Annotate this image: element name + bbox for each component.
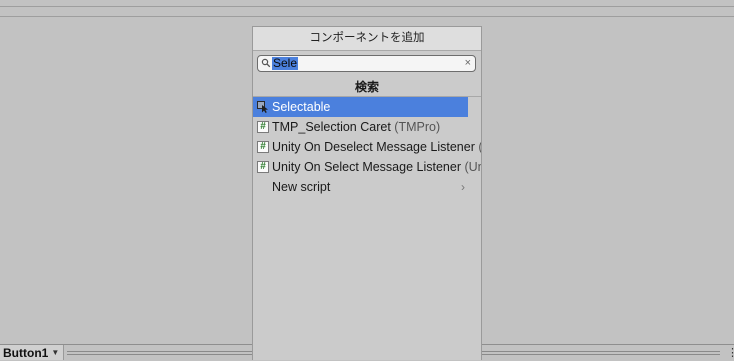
section-title: 検索 <box>253 78 481 97</box>
add-component-popup: コンポーネントを追加 Sele × 検索 Selectable # TMP_Se… <box>252 26 482 360</box>
list-item-namespace: (TMPro) <box>390 120 441 134</box>
more-options-icon[interactable]: ⋮ <box>727 347 734 359</box>
search-query: Sele <box>272 56 299 70</box>
list-item-label: New script <box>272 180 331 194</box>
clear-icon[interactable]: × <box>465 56 471 71</box>
top-divider <box>0 6 734 7</box>
search-input[interactable]: Sele × <box>257 55 476 72</box>
divider-line <box>67 351 253 352</box>
list-item-tmp-selection-caret[interactable]: # TMP_Selection Caret (TMPro) <box>253 117 481 137</box>
chevron-right-icon: › <box>461 180 465 194</box>
list-item-label: Unity On Select Message Listener <box>272 160 461 174</box>
list-item-unity-on-deselect[interactable]: # Unity On Deselect Message Listener (U <box>253 137 481 157</box>
list-item-namespace: (Un <box>464 160 481 174</box>
object-dropdown[interactable]: Button1 ▼ <box>0 345 64 360</box>
list-item-label: Unity On Deselect Message Listener <box>272 140 475 154</box>
selectable-icon <box>257 101 268 113</box>
list-item-new-script[interactable]: New script › <box>253 177 481 197</box>
list-item-selectable[interactable]: Selectable <box>253 97 468 117</box>
list-item-unity-on-select[interactable]: # Unity On Select Message Listener (Un <box>253 157 481 177</box>
list-item-label: Selectable <box>272 100 331 114</box>
divider-line <box>482 354 720 355</box>
list-item-namespace: (U <box>475 140 481 154</box>
chevron-down-icon: ▼ <box>51 348 60 357</box>
divider-line <box>67 354 253 355</box>
list-item-label: TMP_Selection Caret <box>272 120 391 134</box>
top-divider-2 <box>0 16 734 17</box>
script-icon: # <box>257 121 269 133</box>
script-icon: # <box>257 141 269 153</box>
object-name: Button1 <box>3 345 49 360</box>
script-icon: # <box>257 161 269 173</box>
search-icon <box>261 58 271 68</box>
divider-line <box>482 351 720 352</box>
popup-title: コンポーネントを追加 <box>253 27 481 51</box>
